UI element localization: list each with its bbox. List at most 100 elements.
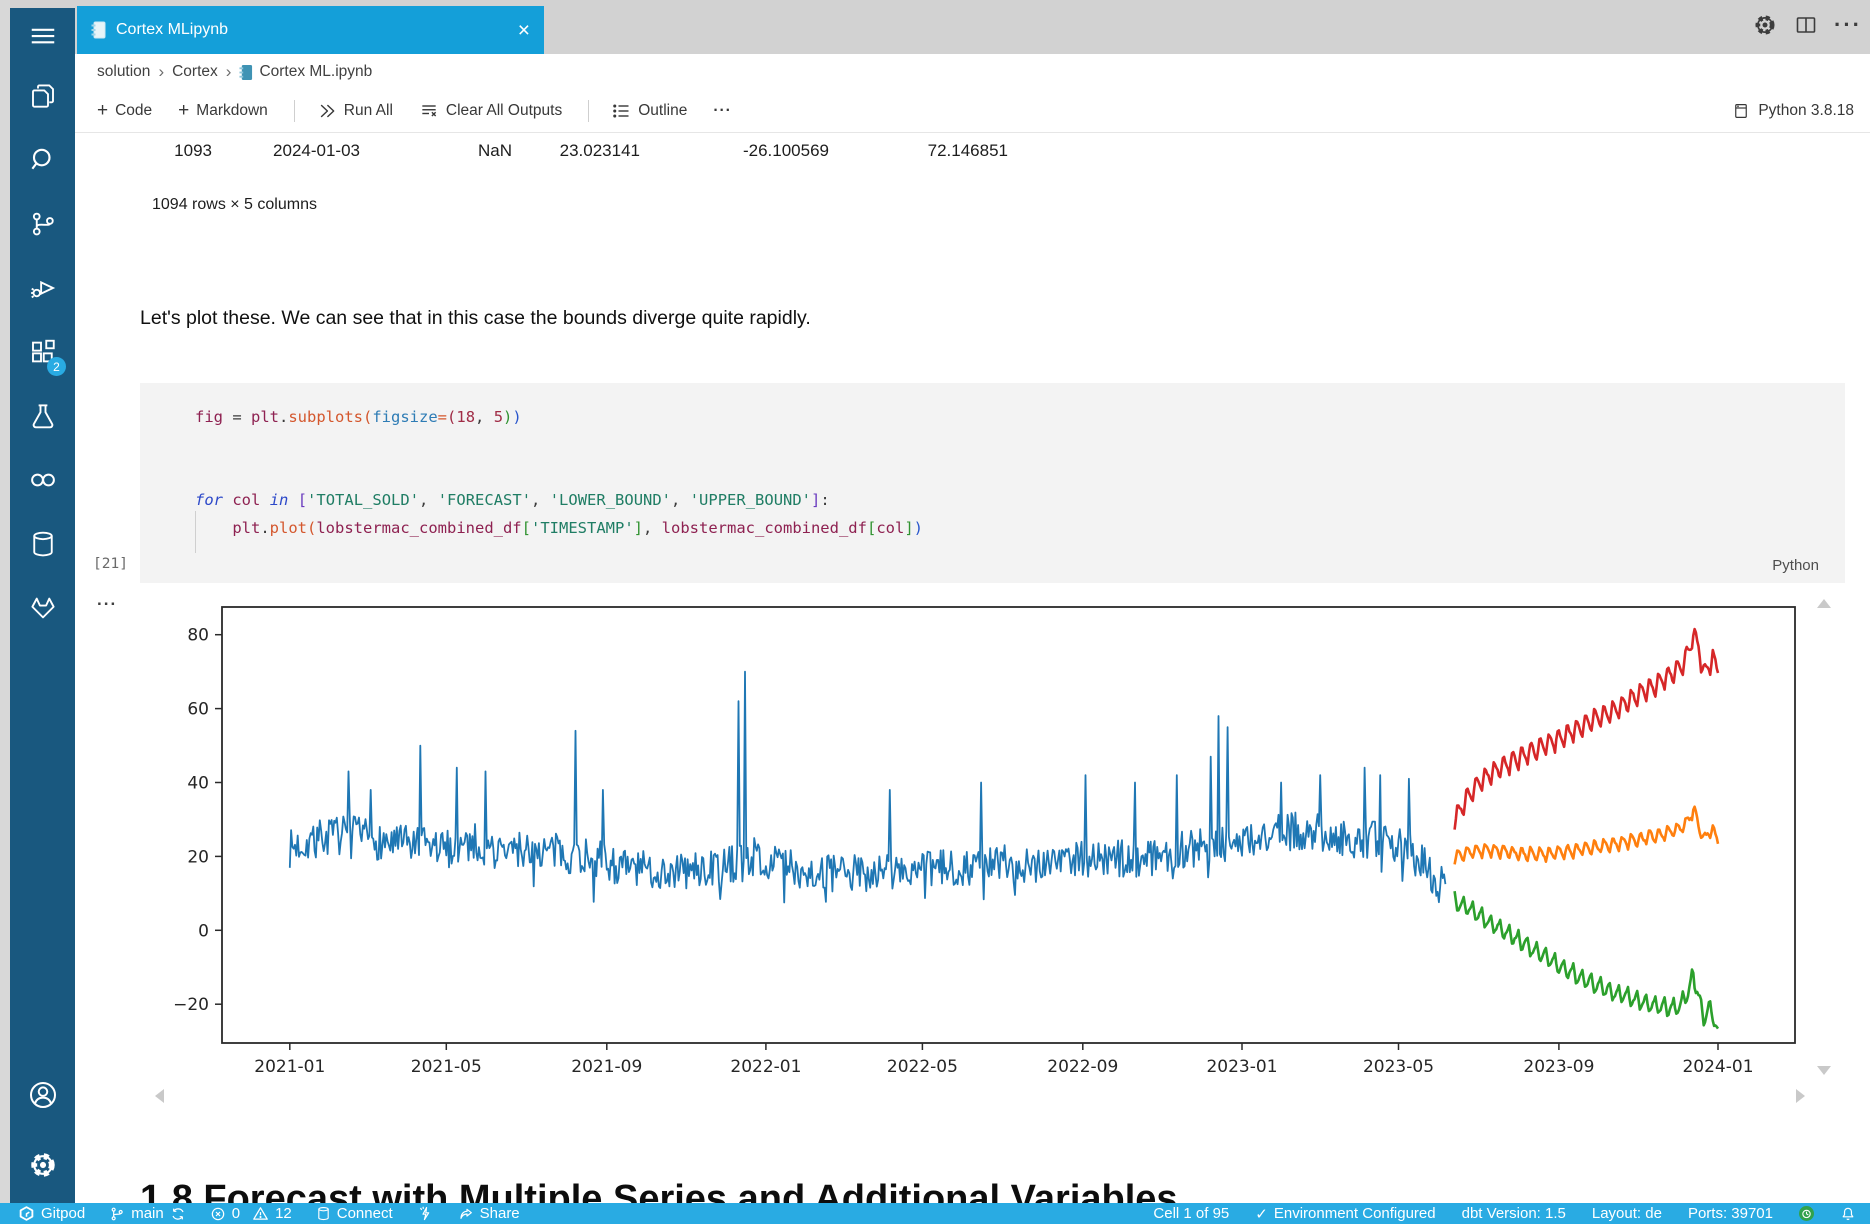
- environment-status-item[interactable]: ✓ Environment Configured: [1255, 1205, 1435, 1223]
- svg-text:2022-09: 2022-09: [1047, 1057, 1118, 1077]
- kernel-picker[interactable]: Python 3.8.18: [1732, 102, 1870, 120]
- svg-text:80: 80: [187, 626, 209, 646]
- scroll-up-arrow-icon[interactable]: [1817, 599, 1831, 608]
- outline-button[interactable]: Outline: [611, 101, 687, 121]
- notebook-icon: [91, 21, 106, 39]
- notebook-icon: [239, 64, 253, 81]
- svg-text:2023-01: 2023-01: [1206, 1057, 1277, 1077]
- split-editor-icon[interactable]: [1794, 13, 1818, 37]
- extensions-icon[interactable]: 2: [10, 320, 75, 384]
- svg-text:2021-09: 2021-09: [571, 1057, 642, 1077]
- gitlab-icon[interactable]: [10, 576, 75, 640]
- breadcrumb: solution › Cortex › Cortex ML.ipynb: [97, 58, 372, 86]
- settings-gear-icon[interactable]: [1752, 12, 1778, 38]
- plus-icon: +: [97, 100, 108, 122]
- connect-status-item[interactable]: Connect: [316, 1205, 393, 1222]
- df-total-sold-cell: NaN: [420, 141, 512, 161]
- add-markdown-cell-button[interactable]: + Markdown: [178, 100, 268, 122]
- share-status-item[interactable]: Share: [458, 1205, 520, 1222]
- scroll-down-arrow-icon[interactable]: [1817, 1066, 1831, 1075]
- svg-text:2023-09: 2023-09: [1523, 1057, 1594, 1077]
- breadcrumb-folder[interactable]: solution: [97, 63, 150, 81]
- links-icon[interactable]: [10, 448, 75, 512]
- run-all-button[interactable]: Run All: [317, 101, 393, 121]
- code-line[interactable]: for col in ['TOTAL_SOLD', 'FORECAST', 'L…: [195, 487, 923, 515]
- code-cell[interactable]: fig = plt.subplots(figsize=(18, 5)) for c…: [140, 383, 1845, 583]
- svg-text:0: 0: [198, 921, 209, 941]
- status-bar: Gitpod main 0 12 Connect: [0, 1203, 1870, 1224]
- output-collapse-dots[interactable]: ...: [97, 590, 117, 610]
- search-icon[interactable]: [10, 128, 75, 192]
- database-icon: [316, 1206, 331, 1221]
- svg-text:2023-05: 2023-05: [1363, 1057, 1434, 1077]
- df-upper-bound-cell: 72.146851: [878, 141, 1008, 161]
- chevron-right-icon: ›: [158, 62, 164, 82]
- breadcrumb-file[interactable]: Cortex ML.ipynb: [239, 63, 372, 81]
- sync-icon: [170, 1206, 186, 1222]
- menu-icon[interactable]: [10, 8, 75, 64]
- toolbar-divider: [294, 100, 295, 122]
- git-branch-status-item[interactable]: main: [109, 1205, 186, 1222]
- ports-status-item[interactable]: Ports: 39701: [1688, 1205, 1773, 1222]
- df-forecast-cell: 23.023141: [520, 141, 640, 161]
- window-border: [0, 0, 10, 1203]
- svg-text:60: 60: [187, 700, 209, 720]
- svg-text:−20: −20: [173, 995, 209, 1015]
- clear-all-outputs-button[interactable]: Clear All Outputs: [419, 101, 562, 121]
- indent-guide: [195, 511, 196, 553]
- dataframe-summary: 1094 rows × 5 columns: [152, 196, 317, 214]
- editor-tab-cortex-ml[interactable]: Cortex MLipynb ×: [77, 6, 544, 54]
- code-editor[interactable]: fig = plt.subplots(figsize=(18, 5)) for c…: [195, 404, 923, 543]
- toolbar-more-icon[interactable]: ···: [713, 102, 732, 120]
- disconnect-status-item[interactable]: [417, 1205, 434, 1222]
- warnings-icon: [252, 1205, 269, 1222]
- extensions-badge: 2: [47, 357, 66, 376]
- settings-gear-icon-bottom[interactable]: [10, 1127, 75, 1203]
- errors-icon: [210, 1206, 226, 1222]
- execution-count: [21]: [93, 556, 128, 572]
- svg-text:2021-01: 2021-01: [254, 1057, 325, 1077]
- plus-icon: +: [178, 100, 189, 122]
- notebook-toolbar: + Code + Markdown Run All Clear All Outp…: [75, 90, 1870, 133]
- source-control-icon[interactable]: [10, 192, 75, 256]
- account-icon[interactable]: [10, 1063, 75, 1127]
- run-debug-icon[interactable]: [10, 256, 75, 320]
- gitpod-logo-icon: [18, 1205, 35, 1222]
- explorer-icon[interactable]: [10, 64, 75, 128]
- testing-icon[interactable]: [10, 384, 75, 448]
- code-line[interactable]: plt.plot(lobstermac_combined_df['TIMESTA…: [195, 515, 923, 543]
- dbt-version-status-item[interactable]: dbt Version: 1.5: [1462, 1205, 1566, 1222]
- run-all-icon: [317, 101, 337, 121]
- close-icon[interactable]: ×: [518, 20, 530, 41]
- gitpod-status-item[interactable]: Gitpod: [18, 1205, 85, 1222]
- activity-bar: 2: [10, 8, 75, 1203]
- code-line[interactable]: [195, 460, 923, 488]
- code-line[interactable]: fig = plt.subplots(figsize=(18, 5)): [195, 404, 923, 432]
- cell-language-picker[interactable]: Python: [1772, 557, 1819, 574]
- svg-text:2024-01: 2024-01: [1682, 1057, 1753, 1077]
- section-heading-clipped: 1.8 Forecast with Multiple Series and Ad…: [140, 1179, 1760, 1203]
- lightning-slash-icon: [417, 1205, 434, 1222]
- problems-status-item[interactable]: 0 12: [210, 1205, 292, 1222]
- markdown-cell-text: Let's plot these. We can see that in thi…: [140, 307, 811, 330]
- kernel-icon: [1732, 102, 1750, 120]
- scroll-right-arrow-icon[interactable]: [1796, 1089, 1805, 1103]
- code-line[interactable]: [195, 432, 923, 460]
- svg-text:2022-05: 2022-05: [887, 1057, 958, 1077]
- toolbar-divider: [588, 100, 589, 122]
- more-actions-icon[interactable]: ···: [1834, 12, 1862, 38]
- cell-position-status-item[interactable]: Cell 1 of 95: [1153, 1205, 1229, 1222]
- df-lower-bound-cell: -26.100569: [700, 141, 829, 161]
- uptime-icon[interactable]: [1799, 1206, 1814, 1221]
- add-code-cell-button[interactable]: + Code: [97, 100, 152, 122]
- df-timestamp-cell: 2024-01-03: [240, 141, 360, 161]
- share-icon: [458, 1206, 474, 1222]
- scroll-left-arrow-icon[interactable]: [155, 1089, 164, 1103]
- database-icon[interactable]: [10, 512, 75, 576]
- tab-title: Cortex MLipynb: [116, 21, 508, 39]
- breadcrumb-subfolder[interactable]: Cortex: [172, 63, 218, 81]
- df-index-cell: 1093: [120, 141, 212, 161]
- clear-outputs-icon: [419, 101, 439, 121]
- notifications-bell-icon[interactable]: [1840, 1206, 1856, 1222]
- layout-status-item[interactable]: Layout: de: [1592, 1205, 1662, 1222]
